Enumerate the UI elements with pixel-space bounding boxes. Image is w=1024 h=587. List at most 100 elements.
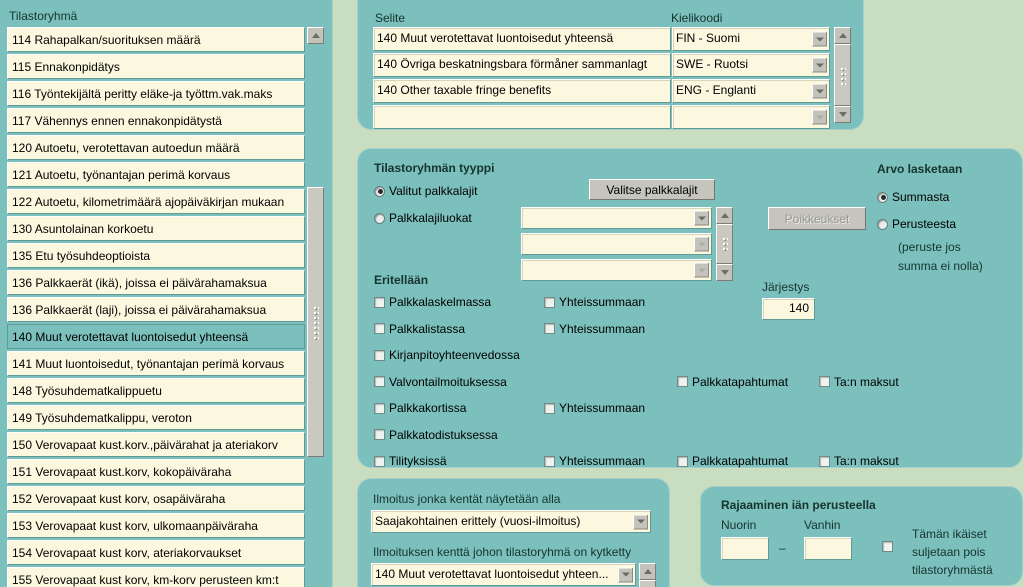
radio-valitut-palkkalajit[interactable]: Valitut palkkalajit [374, 184, 478, 198]
palkkalajiluokka-combo-1[interactable] [521, 207, 712, 229]
statistics-group-scrollbar[interactable] [307, 27, 324, 587]
palkkalajiluokka-scrollbar[interactable] [716, 207, 733, 281]
eritellaan-checkbox[interactable]: Palkkakortissa [374, 401, 466, 415]
list-item[interactable]: 120 Autoetu, verotettavan autoedun määrä [7, 135, 305, 160]
radio-icon[interactable] [374, 185, 385, 197]
list-item[interactable]: 150 Verovapaat kust.korv.,päivärahat ja … [7, 432, 305, 457]
list-item[interactable]: 155 Verovapaat kust korv, km-korv perust… [7, 567, 305, 587]
list-item[interactable]: 121 Autoetu, työnantajan perimä korvaus [7, 162, 305, 187]
radio-perusteesta[interactable]: Perusteesta [877, 217, 956, 231]
eritellaan-checkbox[interactable]: Palkkalistassa [374, 322, 465, 336]
chevron-down-icon[interactable] [812, 57, 827, 73]
radio-icon[interactable] [877, 191, 888, 203]
list-item[interactable]: 151 Verovapaat kust.korv, kokopäiväraha [7, 459, 305, 484]
chevron-down-icon[interactable] [694, 262, 709, 278]
selite-input[interactable] [373, 105, 671, 129]
ilmoituksen-kentta-scrollbar[interactable] [639, 563, 656, 587]
scrollbar-thumb[interactable] [639, 580, 656, 587]
valitse-palkkalajit-button[interactable]: Valitse palkkalajit [589, 179, 715, 200]
scrollbar-thumb[interactable] [834, 44, 851, 106]
chevron-down-icon[interactable] [694, 210, 709, 226]
list-item[interactable]: 135 Etu työsuhdeoptioista [7, 243, 305, 268]
selite-input[interactable]: 140 Övriga beskatningsbara förmåner samm… [373, 53, 671, 77]
kielikoodi-combo[interactable] [672, 105, 830, 129]
list-item[interactable]: 148 Työsuhdematkalippuetu [7, 378, 305, 403]
kielikoodi-combo[interactable]: FIN - Suomi [672, 27, 830, 51]
yhteissummaan-checkbox[interactable]: Yhteissummaan [544, 401, 645, 415]
eritellaan-checkbox[interactable]: Kirjanpitoyhteenvedossa [374, 348, 520, 362]
scroll-up-icon[interactable] [307, 27, 324, 44]
radio-summasta[interactable]: Summasta [877, 190, 949, 204]
checkbox-icon[interactable] [677, 455, 688, 467]
ilmoitus-combo[interactable]: Saajakohtainen erittely (vuosi-ilmoitus) [371, 510, 651, 533]
ilmoituksen-kentta-combo[interactable]: 140 Muut verotettavat luontoisedut yhtee… [371, 563, 636, 586]
exclude-age-checkbox[interactable] [882, 541, 893, 552]
checkbox-icon[interactable] [374, 402, 385, 414]
checkbox-icon[interactable] [374, 296, 385, 308]
palkkatapahtumat-checkbox[interactable]: Palkkatapahtumat [677, 375, 788, 389]
chevron-down-icon[interactable] [812, 109, 827, 125]
checkbox-icon[interactable] [374, 429, 385, 440]
chevron-down-icon[interactable] [812, 31, 827, 47]
radio-icon[interactable] [877, 218, 888, 230]
chevron-down-icon[interactable] [812, 83, 827, 99]
list-item[interactable]: 136 Palkkaerät (laji), joissa ei päivära… [7, 297, 305, 322]
palkkatapahtumat-checkbox[interactable]: Palkkatapahtumat [677, 454, 788, 468]
checkbox-icon[interactable] [544, 296, 555, 308]
scroll-up-icon[interactable] [639, 563, 656, 580]
list-item[interactable]: 115 Ennakonpidätys [7, 54, 305, 79]
vanhin-input[interactable] [804, 537, 852, 560]
list-item[interactable]: 114 Rahapalkan/suorituksen määrä [7, 27, 305, 52]
checkbox-icon[interactable] [819, 455, 830, 467]
yhteissummaan-checkbox[interactable]: Yhteissummaan [544, 322, 645, 336]
checkbox-icon[interactable] [374, 323, 385, 334]
kielikoodi-combo[interactable]: ENG - Englanti [672, 79, 830, 103]
scroll-down-icon[interactable] [834, 106, 851, 123]
selite-input[interactable]: 140 Muut verotettavat luontoisedut yhtee… [373, 27, 671, 51]
list-item[interactable]: 136 Palkkaerät (ikä), joissa ei päivärah… [7, 270, 305, 295]
checkbox-icon[interactable] [374, 349, 385, 361]
checkbox-icon[interactable] [819, 376, 830, 387]
radio-palkkalajiluokat[interactable]: Palkkalajiluokat [374, 211, 472, 225]
chevron-down-icon[interactable] [618, 567, 633, 582]
chevron-down-icon[interactable] [633, 514, 648, 529]
kielikoodi-combo[interactable]: SWE - Ruotsi [672, 53, 830, 77]
selite-input[interactable]: 140 Other taxable fringe benefits [373, 79, 671, 103]
list-item[interactable]: 153 Verovapaat kust korv, ulkomaanpäivär… [7, 513, 305, 538]
eritellaan-checkbox[interactable]: Palkkatodistuksessa [374, 428, 498, 442]
tan-maksut-checkbox[interactable]: Ta:n maksut [819, 375, 899, 389]
list-item[interactable]: 154 Verovapaat kust korv, ateriakorvauks… [7, 540, 305, 565]
scrollbar-thumb[interactable] [307, 187, 324, 457]
checkbox-icon[interactable] [544, 455, 555, 467]
list-item[interactable]: 140 Muut verotettavat luontoisedut yhtee… [7, 324, 305, 349]
statistics-group-list[interactable]: 114 Rahapalkan/suorituksen määrä 115 Enna… [7, 27, 305, 587]
scrollbar-thumb[interactable] [716, 224, 733, 264]
checkbox-icon[interactable] [677, 376, 688, 387]
list-item[interactable]: 117 Vähennys ennen ennakonpidätystä [7, 108, 305, 133]
list-item[interactable]: 152 Verovapaat kust korv, osapäiväraha [7, 486, 305, 511]
poikkeukset-button[interactable]: Poikkeukset [768, 207, 866, 230]
description-scrollbar[interactable] [834, 27, 851, 123]
checkbox-icon[interactable] [544, 323, 555, 334]
list-item[interactable]: 122 Autoetu, kilometrimäärä ajopäiväkirj… [7, 189, 305, 214]
chevron-down-icon[interactable] [694, 236, 709, 252]
checkbox-icon[interactable] [544, 402, 555, 414]
eritellaan-checkbox[interactable]: Valvontailmoituksessa [374, 375, 507, 389]
checkbox-icon[interactable] [374, 376, 385, 387]
eritellaan-checkbox[interactable]: Tilityksissä [374, 454, 447, 468]
scroll-up-icon[interactable] [834, 27, 851, 44]
list-item[interactable]: 141 Muut luontoisedut, työnantajan perim… [7, 351, 305, 376]
list-item[interactable]: 149 Työsuhdematkalippu, veroton [7, 405, 305, 430]
eritellaan-checkbox[interactable]: Palkkalaskelmassa [374, 295, 491, 309]
radio-icon[interactable] [374, 212, 385, 224]
tan-maksut-checkbox[interactable]: Ta:n maksut [819, 454, 899, 468]
scroll-up-icon[interactable] [716, 207, 733, 224]
yhteissummaan-checkbox[interactable]: Yhteissummaan [544, 295, 645, 309]
list-item[interactable]: 130 Asuntolainan korkoetu [7, 216, 305, 241]
list-item[interactable]: 116 Työntekijältä peritty eläke-ja tyött… [7, 81, 305, 106]
palkkalajiluokka-combo-2[interactable] [521, 233, 712, 255]
nuorin-input[interactable] [721, 537, 769, 560]
palkkalajiluokka-combo-3[interactable] [521, 259, 712, 281]
scroll-down-icon[interactable] [716, 264, 733, 281]
yhteissummaan-checkbox[interactable]: Yhteissummaan [544, 454, 645, 468]
